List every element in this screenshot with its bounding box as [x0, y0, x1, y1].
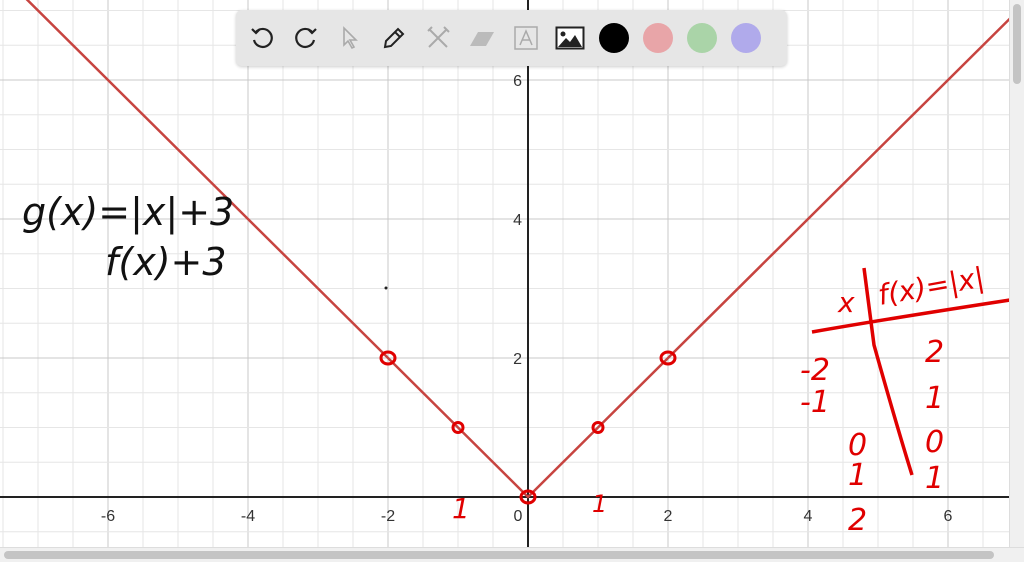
color-red-swatch[interactable] [642, 22, 674, 54]
x-tick-label: 0 [514, 508, 523, 525]
stray-dot [384, 286, 388, 290]
color-black-swatch[interactable] [598, 22, 630, 54]
vertical-scrollbar[interactable] [1009, 0, 1024, 548]
select-icon[interactable] [334, 22, 366, 54]
swatch-0[interactable] [599, 23, 629, 53]
y-tick-label: 2 [513, 351, 522, 368]
table-f-value: 2 [925, 335, 944, 370]
text-icon[interactable] [510, 22, 542, 54]
note-one-right: 1 [592, 490, 607, 518]
table-x-value: -1 [800, 385, 830, 420]
x-tick-label: -4 [241, 508, 255, 525]
table-header-x: x [837, 286, 855, 319]
drawing-toolbar [236, 10, 787, 66]
y-tick-label: 6 [513, 73, 522, 90]
table-f-value: 1 [925, 461, 944, 496]
vertical-scroll-thumb[interactable] [1013, 4, 1021, 84]
note-g-of-x: g(x)=|x|+3 [22, 190, 234, 235]
x-tick-label: 6 [944, 508, 953, 525]
x-tick-label: 2 [664, 508, 673, 525]
undo-icon[interactable] [246, 22, 278, 54]
y-tick-label: 4 [513, 212, 522, 229]
note-one-left: 1 [452, 492, 470, 525]
graph-canvas[interactable]: -6 -4 -2 0 2 4 6 2 4 6 g(x)=|x|+3 f(x)+3 1 1 x f(x)=|x|… [0, 0, 1024, 562]
redo-icon[interactable] [290, 22, 322, 54]
note-f-of-x-plus-3: f(x)+3 [105, 240, 227, 284]
x-tick-label: -2 [381, 508, 395, 525]
table-f-value: 1 [925, 381, 944, 416]
table-x-value: 2 [848, 503, 867, 538]
x-tick-label: -6 [101, 508, 115, 525]
pen-icon[interactable] [378, 22, 410, 54]
table-x-value: 1 [848, 458, 867, 493]
color-green-swatch[interactable] [686, 22, 718, 54]
swatch-3[interactable] [731, 23, 761, 53]
image-icon[interactable] [554, 22, 586, 54]
swatch-1[interactable] [643, 23, 673, 53]
color-purple-swatch[interactable] [730, 22, 762, 54]
table-f-value: 0 [925, 425, 944, 460]
x-tick-label: 4 [804, 508, 813, 525]
table-header-fx: f(x)=|x| [875, 261, 986, 312]
table-x-value: -2 [800, 353, 830, 388]
horizontal-scroll-thumb[interactable] [4, 551, 994, 559]
eraser-icon[interactable] [466, 22, 498, 54]
horizontal-scrollbar[interactable] [0, 547, 1024, 562]
tools-icon[interactable] [422, 22, 454, 54]
swatch-2[interactable] [687, 23, 717, 53]
